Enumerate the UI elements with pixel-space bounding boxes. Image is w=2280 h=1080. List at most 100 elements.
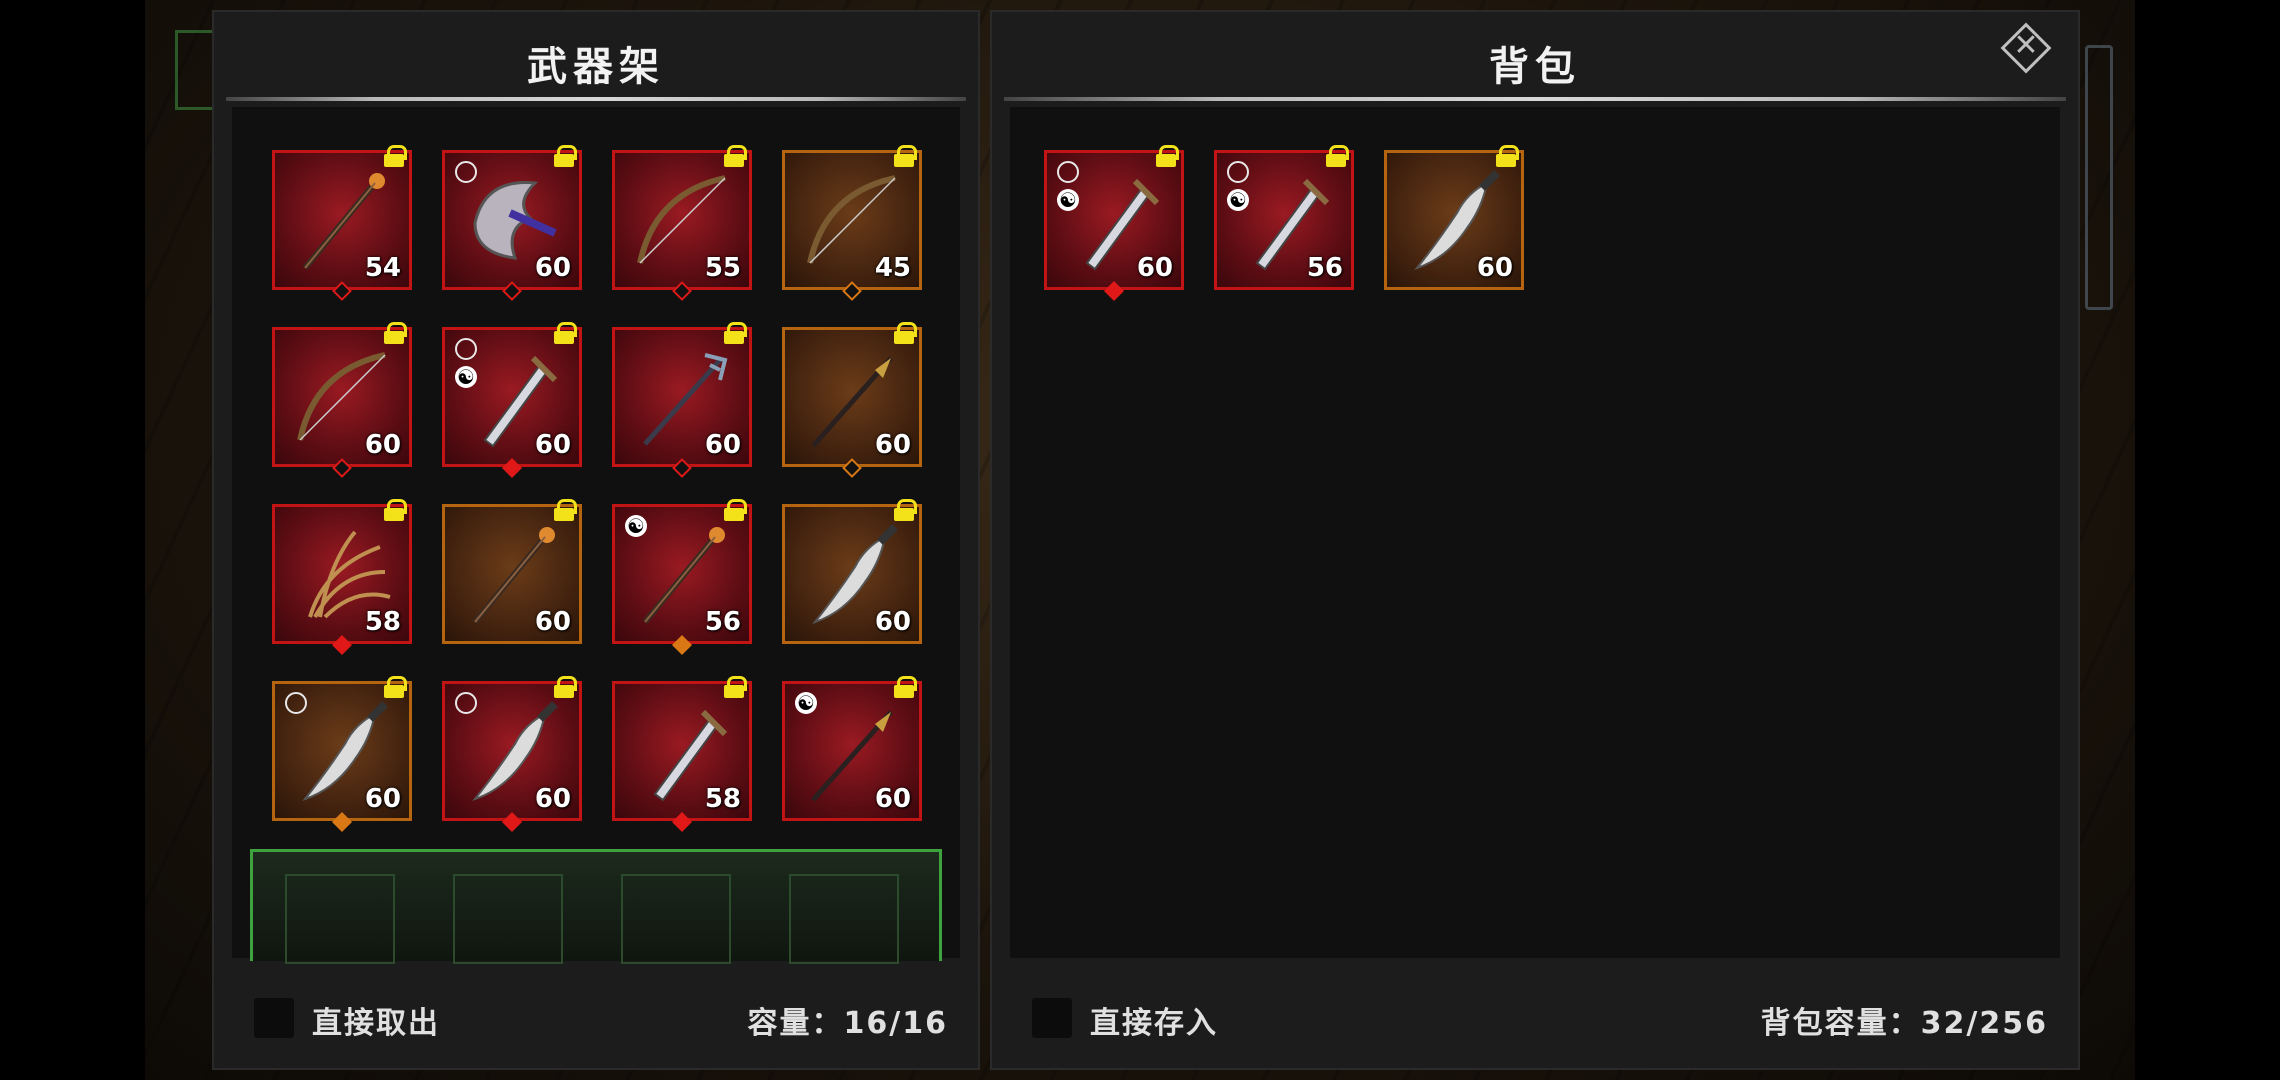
rarity-gem-icon [672,635,692,655]
weapon-rack-item[interactable]: 54 [272,145,412,301]
weapon-rack-item[interactable]: 58 [272,499,412,655]
item-level: 56 [1306,253,1343,283]
backpack-footer: 直接存入 背包容量：32/256 [1032,994,2048,1041]
lock-icon [553,145,577,167]
item-level: 54 [364,253,401,283]
lock-icon [553,322,577,344]
item-level: 58 [704,784,741,814]
title-divider [226,97,966,101]
empty-slot[interactable] [621,874,731,964]
weapon-rack-item[interactable]: 60 [442,145,582,301]
lock-icon [553,499,577,521]
empty-socket-icon [455,338,477,360]
yin-yang-icon: ☯ [1057,189,1079,211]
weapon-rack-item[interactable]: 60 [272,676,412,832]
rarity-gem-icon [672,281,692,301]
empty-slot[interactable] [285,874,395,964]
lock-icon [893,676,917,698]
empty-slot[interactable] [789,874,899,964]
weapon-rack-item[interactable]: 45 [782,145,922,301]
item-level: 60 [1476,253,1513,283]
direct-take-label: 直接取出 [312,1006,440,1041]
rarity-gem-icon [672,458,692,478]
lock-icon [383,499,407,521]
yin-yang-icon: ☯ [455,366,477,388]
rarity-gem-icon [332,281,352,301]
empty-socket-icon [1227,161,1249,183]
rarity-gem-icon [332,458,352,478]
empty-socket-icon [1057,161,1079,183]
lock-icon [1155,145,1179,167]
lock-icon [893,322,917,344]
rarity-gem-icon [502,812,522,832]
item-level: 60 [874,607,911,637]
item-level: 60 [534,607,571,637]
weapon-rack-item[interactable]: ☯ 56 [612,499,752,655]
empty-slot[interactable] [453,874,563,964]
close-icon: ✕ [2013,28,2039,63]
rarity-gem-icon [502,281,522,301]
backpack-item[interactable]: ☯ 56 [1214,145,1354,290]
rarity-gem-icon [842,281,862,301]
weapon-rack-item[interactable]: 60 [442,499,582,644]
empty-socket-icon [455,161,477,183]
weapon-rack-item[interactable]: 60 [782,499,922,644]
item-level: 60 [1136,253,1173,283]
backpack-item[interactable]: 60 [1384,145,1524,290]
backpack-item[interactable]: ☯ 60 [1044,145,1184,301]
weapon-rack-slot-area: 54 60 55 45 60 ☯ 60 60 60 58 60 ☯ 56 60 60 60 58 ☯ 60 [232,107,960,964]
backpack-panel: 背包 ✕ ☯ 60 ☯ 56 60 直接存入 背包容量：32/256 [990,10,2080,1070]
empty-socket-icon [455,692,477,714]
lock-icon [383,676,407,698]
lock-icon [383,322,407,344]
lock-icon [893,145,917,167]
item-level: 60 [364,430,401,460]
weapon-rack-item[interactable]: 60 [272,322,412,478]
item-level: 60 [704,430,741,460]
weapon-rack-item[interactable]: ☯ 60 [442,322,582,478]
lock-icon [723,145,747,167]
weapon-rack-item[interactable]: 60 [782,322,922,478]
lock-icon [553,676,577,698]
rarity-gem-icon [332,812,352,832]
lock-icon [723,499,747,521]
rarity-gem-icon [672,812,692,832]
weapon-rack-title: 武器架 [527,44,665,90]
direct-store-label: 直接存入 [1090,1006,1218,1041]
weapon-rack-panel: 武器架 54 60 55 45 60 ☯ 60 60 60 58 60 ☯ 56 60 60 60 58 ☯ 60 … [212,10,980,1070]
direct-store-checkbox[interactable] [1032,998,1072,1038]
weapon-rack-item[interactable]: 60 [612,322,752,478]
title-divider [1004,97,2066,101]
backpack-grid: ☯ 60 ☯ 56 60 [1044,145,2280,301]
backpack-capacity: 背包容量：32/256 [1760,1006,2048,1041]
lock-icon [893,499,917,521]
lock-icon [723,322,747,344]
yin-yang-icon: ☯ [795,692,817,714]
item-level: 60 [534,253,571,283]
backpack-slot-area: ☯ 60 ☯ 56 60 [1010,107,2060,958]
lock-icon [1325,145,1349,167]
item-level: 58 [364,607,401,637]
weapon-rack-extra-row[interactable] [250,849,942,964]
weapon-rack-capacity: 容量：16/16 [747,1006,948,1041]
weapon-rack-item[interactable]: 55 [612,145,752,301]
item-level: 60 [534,784,571,814]
lock-icon [383,145,407,167]
weapon-rack-item[interactable]: ☯ 60 [782,676,922,821]
item-level: 56 [704,607,741,637]
yin-yang-icon: ☯ [625,515,647,537]
yin-yang-icon: ☯ [1227,189,1249,211]
rarity-gem-icon [502,458,522,478]
item-level: 55 [704,253,741,283]
backpack-title: 背包 [1489,44,1581,90]
weapon-rack-item[interactable]: 58 [612,676,752,832]
weapon-rack-item[interactable]: 60 [442,676,582,832]
rarity-gem-icon [1104,281,1124,301]
close-button[interactable]: ✕ [2000,22,2052,74]
item-level: 60 [364,784,401,814]
item-level: 60 [874,430,911,460]
direct-take-checkbox[interactable] [254,998,294,1038]
empty-socket-icon [285,692,307,714]
item-level: 45 [874,253,911,283]
rarity-gem-icon [332,635,352,655]
